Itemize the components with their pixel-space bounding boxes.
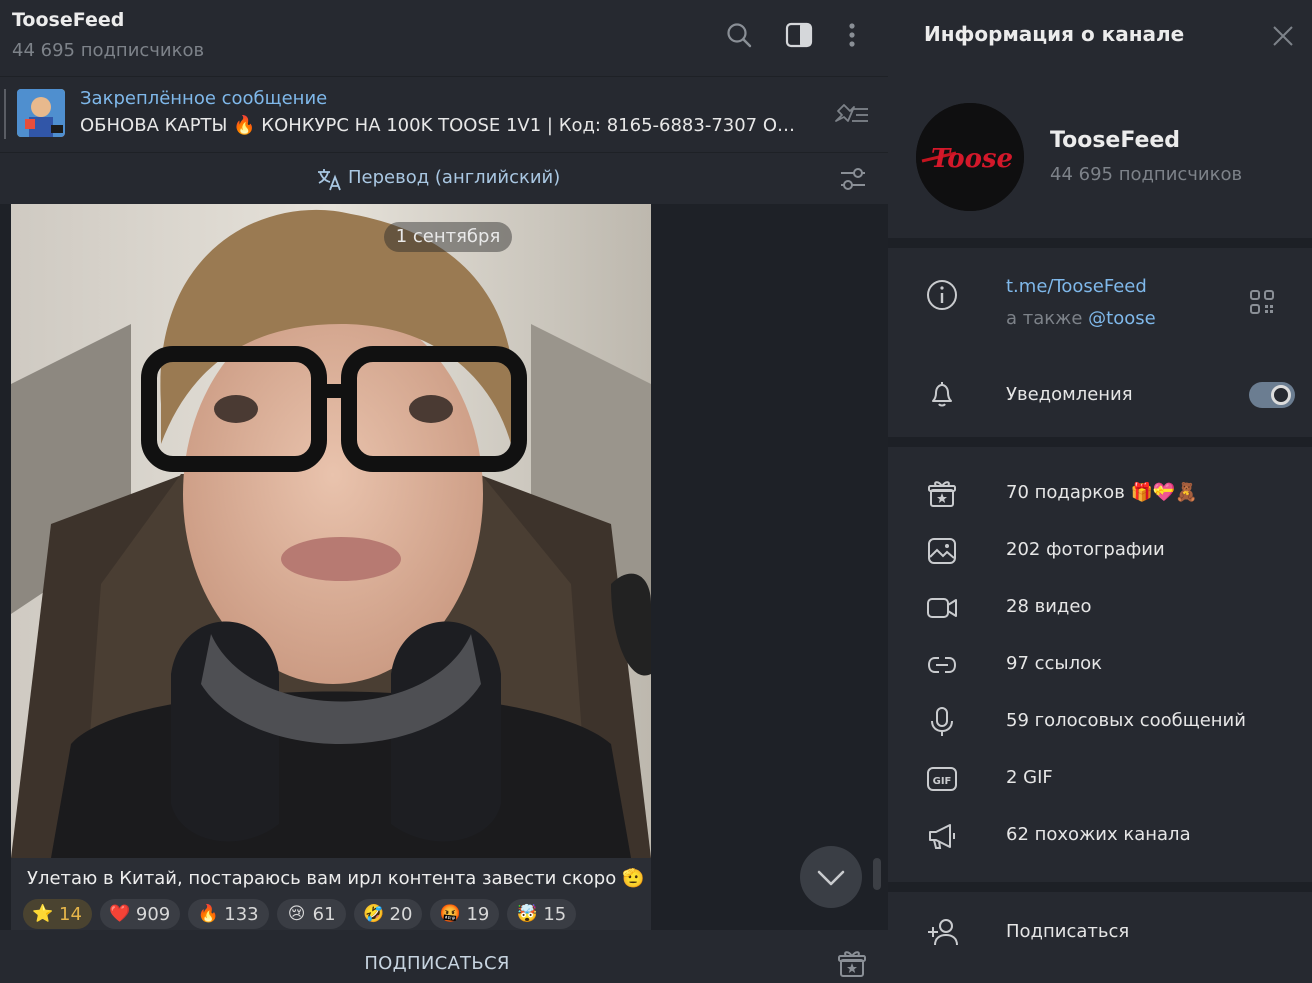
voice-messages-row[interactable]: 59 голосовых сообщений [1006,710,1246,731]
reaction-heart[interactable]: ❤️ 909 [99,899,181,929]
also-prefix: а также [1006,308,1089,329]
translate-bar[interactable]: Перевод (английский) [0,152,888,204]
post-photo[interactable]: 1 сентября [11,204,651,858]
also-handle-link[interactable]: @toose [1088,308,1156,329]
avatar[interactable]: Toose [916,103,1024,211]
search-icon[interactable] [724,20,754,50]
gift-icon[interactable] [836,948,868,980]
divider [888,437,1312,447]
avatar-logo-text: Toose [931,144,1013,174]
heart-icon: ❤️ [109,904,131,924]
gift-icon [926,478,958,510]
fire-icon: 🔥 [197,904,219,924]
qr-code-icon[interactable] [1249,289,1275,315]
notifications-label: Уведомления [1006,384,1133,405]
date-pill: 1 сентября [384,222,512,252]
svg-text:GIF: GIF [933,776,952,787]
reaction-count: 20 [389,903,413,925]
pinned-thumbnail [17,89,65,137]
video-icon [926,592,958,624]
info-icon [926,279,958,311]
reaction-star[interactable]: ⭐ 14 [23,899,92,929]
reaction-count: 909 [135,903,171,925]
chat-area: TooseFeed 44 695 подписчиков Закреплённо… [0,0,888,983]
reaction-count: 15 [543,903,567,925]
reaction-mindblown[interactable]: 🤯 15 [507,899,577,929]
divider [888,882,1312,892]
reaction-count: 19 [466,903,490,925]
channel-subscribers: 44 695 подписчиков [1050,164,1243,185]
channel-link[interactable]: t.me/TooseFeed [1006,276,1147,297]
gifts-row[interactable]: 70 подарков 🎁💝🧸 [1006,482,1198,503]
subscribe-button[interactable]: ПОДПИСАТЬСЯ [0,953,874,974]
bottom-bar: ПОДПИСАТЬСЯ [0,930,888,983]
cursing-face-icon: 🤬 [439,904,462,924]
notifications-toggle[interactable] [1249,382,1295,408]
reaction-angry[interactable]: 🤬 19 [430,899,500,929]
videos-row[interactable]: 28 видео [1006,596,1091,617]
translate-label[interactable]: Перевод (английский) [348,167,560,188]
gifs-row[interactable]: 2 GIF [1006,767,1053,788]
reaction-rofl[interactable]: 🤣 20 [353,899,423,929]
message-feed[interactable]: 1 сентября Улетаю в Китай, постараюсь ва… [0,204,888,930]
sidebar-toggle-icon[interactable] [784,20,814,50]
megaphone-icon [926,820,958,852]
subscribe-row[interactable]: Подписаться [1006,921,1129,942]
chevron-down-icon [817,870,845,886]
reaction-count: 14 [59,903,82,925]
scroll-down-button[interactable] [800,846,862,908]
links-row[interactable]: 97 ссылок [1006,653,1102,674]
close-icon[interactable] [1272,25,1294,47]
more-menu-icon[interactable] [838,20,868,50]
pinned-indicator [4,89,6,139]
post-caption: Улетаю в Китай, постараюсь вам ирл конте… [27,868,645,889]
translate-icon [316,166,344,192]
rofl-face-icon: 🤣 [362,904,385,924]
microphone-icon [926,706,958,738]
chat-title[interactable]: TooseFeed [12,9,124,31]
channel-info-panel: Информация о канале Toose TooseFeed 44 6… [888,0,1312,983]
link-icon [926,649,958,681]
translate-settings-icon[interactable] [838,165,868,193]
unpin-icon[interactable] [830,101,870,129]
toggle-knob [1271,385,1291,405]
reaction-count: 133 [224,903,259,925]
scrollbar-thumb[interactable] [873,858,881,890]
photo-icon [926,535,958,567]
panel-title: Информация о канале [924,22,1185,46]
channel-name: TooseFeed [1050,128,1181,153]
pinned-title: Закреплённое сообщение [80,88,328,109]
photos-row[interactable]: 202 фотографии [1006,539,1165,560]
gif-icon: GIF [926,763,958,795]
add-user-icon [926,916,958,948]
reaction-cry[interactable]: 😢 61 [276,899,346,929]
reaction-fire[interactable]: 🔥 133 [188,899,269,929]
crying-face-icon: 😢 [287,904,306,924]
post-caption-box: Улетаю в Китай, постараюсь вам ирл конте… [11,858,651,930]
exploding-head-icon: 🤯 [516,904,538,924]
pinned-text: ОБНОВА КАРТЫ 🔥 КОНКУРС НА 100K TOOSE 1V1… [80,115,802,136]
divider [888,238,1312,248]
chat-header[interactable]: TooseFeed 44 695 подписчиков [0,0,888,76]
bell-icon [926,378,958,410]
reactions-row: ⭐ 14 ❤️ 909 🔥 133 😢 61 🤣 20 🤬 19 🤯 15 [23,899,577,930]
also-handle: а также @toose [1006,308,1156,329]
star-icon: ⭐ [32,904,54,924]
pinned-message-bar[interactable]: Закреплённое сообщение ОБНОВА КАРТЫ 🔥 КО… [0,76,888,152]
reaction-count: 61 [312,903,336,925]
chat-subtitle: 44 695 подписчиков [12,40,205,61]
similar-channels-row[interactable]: 62 похожих канала [1006,824,1191,845]
